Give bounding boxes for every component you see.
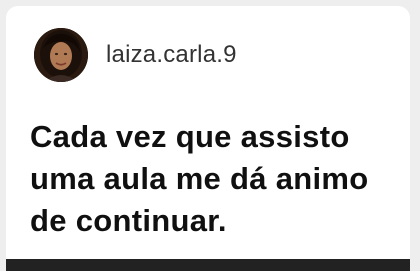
- screenshot-frame: laiza.carla.9 Cada vez que assisto uma a…: [0, 0, 420, 271]
- comment-card: laiza.carla.9 Cada vez que assisto uma a…: [6, 6, 410, 271]
- bottom-bar: [6, 259, 410, 271]
- profile-photo-icon: [34, 28, 88, 82]
- avatar[interactable]: [34, 28, 88, 82]
- comment-header: laiza.carla.9: [34, 28, 237, 82]
- username[interactable]: laiza.carla.9: [106, 41, 237, 69]
- comment-text: Cada vez que assisto uma aula me dá anim…: [30, 119, 369, 238]
